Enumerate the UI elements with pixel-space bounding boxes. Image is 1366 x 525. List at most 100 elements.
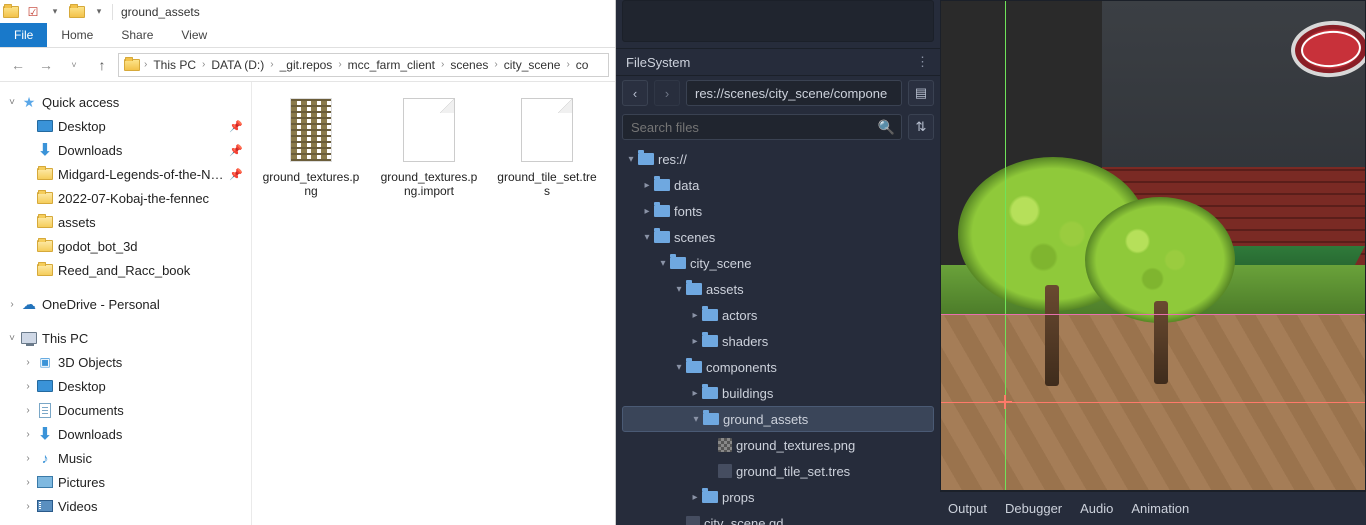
quick-access-item[interactable]: Reed_and_Racc_book [0, 258, 251, 282]
expand-icon[interactable]: › [20, 477, 36, 488]
file-item[interactable]: ground_textures.png.import [378, 94, 480, 199]
dock-menu-icon[interactable]: ⋮ [916, 54, 930, 70]
chevron-right-icon[interactable]: › [565, 59, 570, 70]
expand-icon[interactable]: ▸ [688, 388, 702, 399]
breadcrumb-segment[interactable]: mcc_farm_client [345, 58, 438, 72]
qat-dropdown-icon[interactable]: ▾ [90, 3, 108, 21]
tab-file[interactable]: File [0, 23, 47, 47]
this-pc-item[interactable]: ›♪Music [0, 446, 251, 470]
quick-access-item[interactable]: 2022-07-Kobaj-the-fennec [0, 186, 251, 210]
this-pc-item[interactable]: ›▣3D Objects [0, 350, 251, 374]
resource-tree-item[interactable]: ▾components [622, 354, 934, 380]
quick-access-item[interactable]: Desktop📌 [0, 114, 251, 138]
nav-back-button[interactable]: ‹ [622, 80, 648, 106]
split-mode-icon[interactable]: ▤ [908, 80, 934, 106]
expand-icon[interactable]: ▾ [672, 362, 686, 373]
resource-tree-item[interactable]: ground_textures.png [622, 432, 934, 458]
quick-access-header[interactable]: ˅ ★ Quick access [0, 90, 251, 114]
breadcrumb-segment[interactable]: _git.repos [277, 58, 336, 72]
breadcrumb-segment[interactable]: This PC [150, 58, 199, 72]
breadcrumb-segment[interactable]: city_scene [501, 58, 564, 72]
resource-tree-item[interactable]: ▸props [622, 484, 934, 510]
file-item[interactable]: ground_tile_set.tres [496, 94, 598, 199]
expand-icon[interactable]: ▾ [656, 258, 670, 269]
tab-view[interactable]: View [167, 23, 221, 47]
resource-tree-item[interactable]: ▾scenes [622, 224, 934, 250]
chevron-right-icon[interactable]: › [337, 59, 342, 70]
collapse-icon[interactable]: ˅ [4, 333, 20, 344]
chevron-right-icon[interactable]: › [201, 59, 206, 70]
path-input[interactable] [695, 86, 893, 101]
this-pc-item[interactable]: ›Videos [0, 494, 251, 518]
resource-tree-item[interactable]: ▾ground_assets [622, 406, 934, 432]
resource-tree-item[interactable]: ▸shaders [622, 328, 934, 354]
expand-icon[interactable]: ▾ [672, 284, 686, 295]
expand-icon[interactable]: › [20, 357, 36, 368]
properties-icon[interactable]: ☑ [24, 3, 42, 21]
chevron-right-icon[interactable]: › [269, 59, 274, 70]
address-bar[interactable]: › This PC › DATA (D:) › _git.repos › mcc… [118, 53, 609, 77]
file-item[interactable]: ground_textures.png [260, 94, 362, 199]
resource-tree-item[interactable]: ▾city_scene [622, 250, 934, 276]
scene-viewport[interactable] [940, 0, 1366, 491]
navigation-pane[interactable]: ˅ ★ Quick access Desktop📌⬇Downloads📌Midg… [0, 82, 252, 525]
search-input[interactable] [631, 120, 893, 135]
this-pc-item[interactable]: ›Documents [0, 398, 251, 422]
breadcrumb-segment[interactable]: DATA (D:) [208, 58, 267, 72]
tab-output[interactable]: Output [948, 501, 987, 516]
expand-icon[interactable]: › [20, 453, 36, 464]
forward-button[interactable]: → [34, 53, 58, 77]
quick-access-item[interactable]: assets [0, 210, 251, 234]
breadcrumb-segment[interactable]: co [573, 58, 592, 72]
resource-tree[interactable]: ▾res://▸data▸fonts▾scenes▾city_scene▾ass… [616, 144, 940, 525]
file-list-pane[interactable]: ground_textures.pngground_textures.png.i… [252, 82, 615, 525]
expand-icon[interactable]: ▸ [688, 336, 702, 347]
resource-tree-item[interactable]: ▸fonts [622, 198, 934, 224]
this-pc-header[interactable]: ˅ This PC [0, 326, 251, 350]
back-button[interactable]: ← [6, 53, 30, 77]
resource-tree-item[interactable]: city_scene.gd [622, 510, 934, 525]
sort-icon[interactable]: ⇅ [908, 114, 934, 140]
quick-access-item[interactable]: Midgard-Legends-of-the-North.cli📌 [0, 162, 251, 186]
onedrive-item[interactable]: › ☁ OneDrive - Personal [0, 292, 251, 316]
tab-share[interactable]: Share [107, 23, 167, 47]
resource-tree-item[interactable]: ▸buildings [622, 380, 934, 406]
expand-icon[interactable]: › [20, 501, 36, 512]
this-pc-item[interactable]: ›⬇Downloads [0, 422, 251, 446]
expand-icon[interactable]: ▾ [689, 414, 703, 425]
expand-icon[interactable]: ▾ [624, 154, 638, 165]
resource-tree-item[interactable]: ground_tile_set.tres [622, 458, 934, 484]
resource-tree-item[interactable]: ▸data [622, 172, 934, 198]
nav-forward-button[interactable]: › [654, 80, 680, 106]
breadcrumb-segment[interactable]: scenes [447, 58, 491, 72]
this-pc-item[interactable]: ›Desktop [0, 374, 251, 398]
quick-access-item[interactable]: godot_bot_3d [0, 234, 251, 258]
resource-tree-item[interactable]: ▸actors [622, 302, 934, 328]
quick-access-item[interactable]: ⬇Downloads📌 [0, 138, 251, 162]
resource-tree-item[interactable]: ▾assets [622, 276, 934, 302]
expand-icon[interactable]: ▾ [640, 232, 654, 243]
qat-dropdown-icon[interactable]: ▾ [46, 3, 64, 21]
expand-icon[interactable]: › [4, 299, 20, 310]
chevron-right-icon[interactable]: › [143, 59, 148, 70]
expand-icon[interactable]: ▸ [688, 492, 702, 503]
chevron-right-icon[interactable]: › [440, 59, 445, 70]
chevron-right-icon[interactable]: › [493, 59, 498, 70]
expand-icon[interactable]: › [20, 405, 36, 416]
tab-home[interactable]: Home [47, 23, 107, 47]
expand-icon[interactable]: › [20, 429, 36, 440]
expand-icon[interactable]: ▸ [688, 310, 702, 321]
expand-icon[interactable]: ▸ [640, 180, 654, 191]
collapse-icon[interactable]: ˅ [4, 97, 20, 108]
tab-debugger[interactable]: Debugger [1005, 501, 1062, 516]
tab-audio[interactable]: Audio [1080, 501, 1113, 516]
resource-tree-item[interactable]: ▾res:// [622, 146, 934, 172]
up-button[interactable]: ↑ [90, 53, 114, 77]
guide-horizontal[interactable] [941, 314, 1365, 315]
folder-icon[interactable] [68, 3, 86, 21]
this-pc-item[interactable]: ›Pictures [0, 470, 251, 494]
expand-icon[interactable]: › [20, 381, 36, 392]
guide-vertical[interactable] [1005, 1, 1006, 490]
path-field[interactable] [686, 80, 902, 106]
expand-icon[interactable]: ▸ [640, 206, 654, 217]
